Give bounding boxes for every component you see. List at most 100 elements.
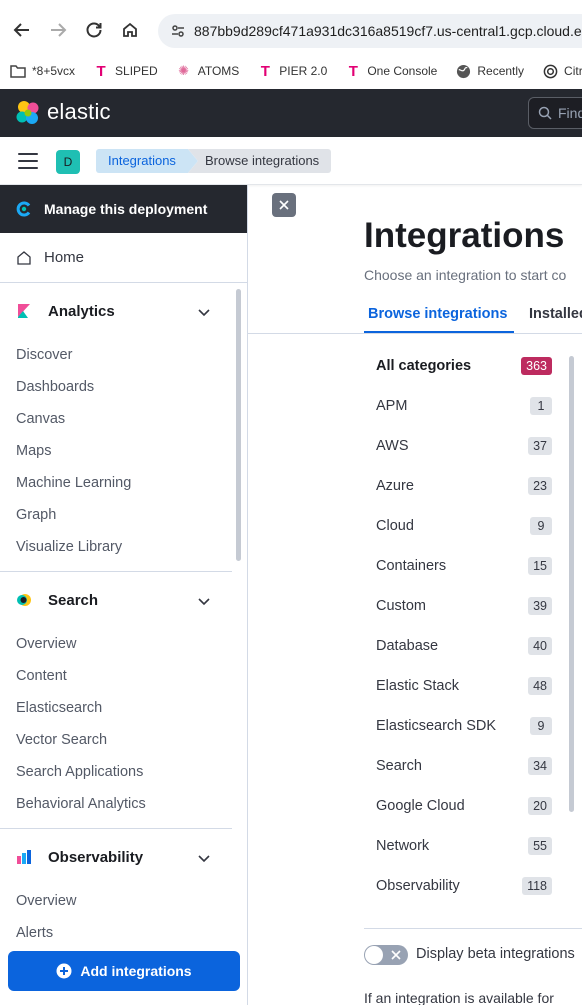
telekom-t-icon: T (96, 62, 106, 80)
chevron-down-icon[interactable] (196, 304, 212, 320)
nav-item-visualize-library[interactable]: Visualize Library (16, 539, 122, 555)
category-count-badge: 1 (530, 397, 552, 415)
nav-item-canvas[interactable]: Canvas (16, 411, 65, 427)
category-azure[interactable]: Azure 23 (376, 477, 556, 497)
plus-circle-icon (56, 963, 72, 979)
category-network[interactable]: Network 55 (376, 837, 556, 857)
reload-icon[interactable] (80, 16, 108, 44)
nav-item-search-applications[interactable]: Search Applications (16, 764, 143, 780)
nav-item-observability-overview[interactable]: Overview (16, 893, 76, 909)
manage-deployment-link[interactable]: Manage this deployment (0, 185, 247, 233)
bookmark-item[interactable]: T SLIPED (93, 62, 157, 80)
breadcrumb-integrations[interactable]: Integrations (96, 149, 198, 173)
category-elastic-stack[interactable]: Elastic Stack 48 (376, 677, 556, 697)
category-observability[interactable]: Observability 118 (376, 877, 556, 897)
globe-icon (455, 63, 471, 79)
category-apm[interactable]: APM 1 (376, 397, 556, 417)
observability-logo-icon (16, 849, 32, 865)
tab-installed[interactable]: Installed (529, 306, 582, 322)
nav-section-search[interactable]: Search (0, 582, 240, 618)
close-nav-button[interactable] (272, 193, 296, 217)
category-google-cloud[interactable]: Google Cloud 20 (376, 797, 556, 817)
category-cloud[interactable]: Cloud 9 (376, 517, 556, 537)
bookmark-item[interactable]: Recently (455, 63, 524, 79)
category-elasticsearch-sdk[interactable]: Elasticsearch SDK 9 (376, 717, 556, 737)
category-count-badge: 23 (528, 477, 552, 495)
kibana-logo-icon (16, 303, 32, 319)
category-label: Network (376, 838, 430, 854)
category-count-badge: 15 (528, 557, 552, 575)
category-label: Observability (376, 878, 460, 894)
category-count-badge: 48 (528, 677, 552, 695)
nav-item-machine-learning[interactable]: Machine Learning (16, 475, 131, 491)
bookmark-item[interactable]: *8+5vcx (10, 63, 75, 79)
integration-note: If an integration is available for (364, 990, 554, 1005)
category-label: Database (376, 638, 439, 654)
folder-icon (10, 63, 26, 79)
global-search-input[interactable]: Find (528, 97, 582, 129)
chevron-down-icon[interactable] (196, 850, 212, 866)
nav-section-observability[interactable]: Observability (0, 839, 240, 875)
nav-item-maps[interactable]: Maps (16, 443, 51, 459)
bookmark-item[interactable]: ✺ ATOMS (176, 63, 239, 79)
category-label: Elastic Stack (376, 678, 459, 694)
category-label: All categories (376, 358, 472, 374)
bookmark-item[interactable]: T One Console (345, 62, 438, 80)
toggle-knob (365, 946, 383, 964)
telekom-t-icon: T (348, 62, 358, 80)
nav-item-behavioral-analytics[interactable]: Behavioral Analytics (16, 796, 146, 812)
category-label: Google Cloud (376, 798, 465, 814)
category-search[interactable]: Search 34 (376, 757, 556, 777)
bookmark-item[interactable]: Citr (542, 63, 582, 79)
page-title: Integrations (364, 216, 565, 255)
search-icon (538, 106, 552, 120)
nav-scrollbar[interactable] (236, 289, 241, 561)
home-icon[interactable] (116, 16, 144, 44)
tab-browse-integrations[interactable]: Browse integrations (368, 306, 507, 322)
nav-home[interactable]: Home (0, 233, 247, 283)
section-title: Observability (48, 848, 144, 866)
beta-integrations-toggle[interactable] (364, 945, 408, 965)
category-count-badge: 55 (528, 837, 552, 855)
category-count-badge: 9 (530, 717, 552, 735)
category-scrollbar[interactable] (569, 356, 574, 812)
nav-item-content[interactable]: Content (16, 668, 67, 684)
nav-item-search-overview[interactable]: Overview (16, 636, 76, 652)
nav-item-alerts[interactable]: Alerts (16, 925, 53, 941)
category-custom[interactable]: Custom 39 (376, 597, 556, 617)
category-count-badge: 9 (530, 517, 552, 535)
nav-section-analytics[interactable]: Analytics (0, 293, 240, 329)
site-settings-icon[interactable] (168, 21, 188, 41)
bookmark-item[interactable]: T PIER 2.0 (257, 62, 328, 80)
menu-hamburger-icon[interactable] (18, 153, 38, 169)
back-arrow-icon[interactable] (8, 16, 36, 44)
category-containers[interactable]: Containers 15 (376, 557, 556, 577)
category-aws[interactable]: AWS 37 (376, 437, 556, 457)
enterprise-search-logo-icon (16, 592, 32, 608)
tabs-divider (248, 333, 582, 334)
atom-icon: ✺ (178, 63, 190, 78)
space-avatar[interactable]: D (56, 150, 80, 174)
category-label: Search (376, 758, 422, 774)
category-database[interactable]: Database 40 (376, 637, 556, 657)
add-integrations-button[interactable]: Add integrations (8, 951, 240, 991)
category-label: Custom (376, 598, 426, 614)
nav-divider (0, 828, 232, 829)
category-all[interactable]: All categories 363 (376, 357, 556, 377)
elastic-logo-icon[interactable] (15, 100, 41, 126)
citrix-icon (542, 63, 558, 79)
category-label: Azure (376, 478, 414, 494)
category-label: Elasticsearch SDK (376, 718, 497, 734)
breadcrumb-bar: D Integrations Browse integrations (0, 137, 582, 185)
chevron-down-icon[interactable] (196, 593, 212, 609)
breadcrumb-browse-integrations: Browse integrations (188, 149, 332, 173)
nav-item-vector-search[interactable]: Vector Search (16, 732, 107, 748)
nav-item-elasticsearch[interactable]: Elasticsearch (16, 700, 102, 716)
nav-item-dashboards[interactable]: Dashboards (16, 379, 94, 395)
nav-item-graph[interactable]: Graph (16, 507, 56, 523)
category-label: Containers (376, 558, 447, 574)
forward-arrow-icon[interactable] (44, 16, 72, 44)
telekom-t-icon: T (260, 62, 270, 80)
nav-item-discover[interactable]: Discover (16, 347, 72, 363)
address-bar[interactable]: 887bb9d289cf471a931dc316a8519cf7.us-cent… (158, 14, 582, 48)
